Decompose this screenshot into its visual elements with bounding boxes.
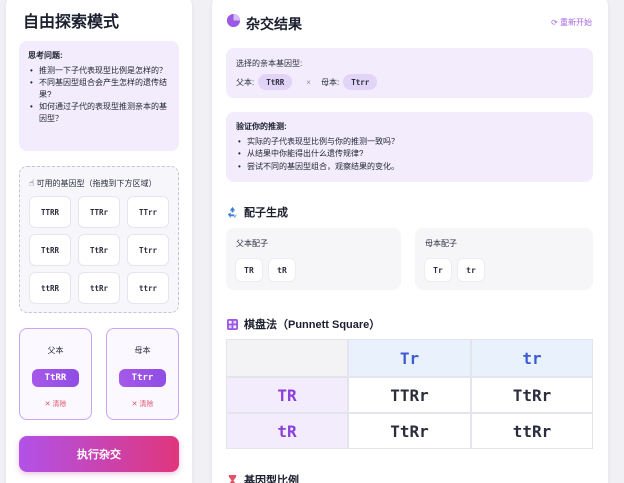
father-pill: TtRR xyxy=(258,74,293,90)
hint-item: 不同基因型组合会产生怎样的遗传结果? xyxy=(28,77,170,101)
selected-parents: 选择的亲本基因型: 父本: TtRR × 母本: Ttrr xyxy=(226,48,593,98)
punnett-heading: 棋盘法（Punnett Square） xyxy=(226,316,380,332)
mother-label: 母本: xyxy=(320,77,340,87)
recycle-icon xyxy=(226,206,239,219)
genotype-tile[interactable]: ttRR xyxy=(29,272,71,304)
mother-pill: Ttrr xyxy=(343,74,378,90)
father-gametes-label: 父本配子 xyxy=(236,239,268,248)
verify-item: 尝试不同的基因型组合，观察结果的变化。 xyxy=(236,161,583,174)
verify-item: 从结果中你能得出什么遗传规律? xyxy=(236,148,583,161)
genotype-pool-title: ☝ 可用的基因型（拖拽到下方区域） xyxy=(29,178,157,188)
genotype-tile[interactable]: ttRr xyxy=(78,272,120,304)
genotype-tile[interactable]: ttrr xyxy=(127,272,169,304)
hand-pointer-icon: ☝ xyxy=(29,178,35,188)
grid-icon xyxy=(226,318,239,331)
genotype-tile[interactable]: TTRR xyxy=(29,196,71,228)
punnett-row-header: TR xyxy=(226,377,348,413)
gametes-heading: 配子生成 xyxy=(226,204,288,220)
genotype-tile[interactable]: TtRR xyxy=(29,234,71,266)
mother-genotype[interactable]: Ttrr xyxy=(119,369,166,387)
genotype-tile[interactable]: TTRr xyxy=(78,196,120,228)
mother-gametes: 母本配子 Tr tr xyxy=(415,228,593,290)
hourglass-icon xyxy=(226,474,239,483)
hint-item: 推测一下子代表现型比例是怎样的？ xyxy=(28,65,170,77)
cross-symbol: × xyxy=(306,77,311,87)
genotype-pool: ☝ 可用的基因型（拖拽到下方区域） TTRR TTRr TTrr TtRR TtR… xyxy=(19,166,179,313)
gamete-chip: tr xyxy=(457,258,485,282)
genotype-tile[interactable]: TTrr xyxy=(127,196,169,228)
verify-box: 验证你的推测: 实际的子代表现型比例与你的推测一致吗？ 从结果中你能得出什么遗传… xyxy=(226,112,593,182)
punnett-row-header: tR xyxy=(226,413,348,449)
pie-chart-icon xyxy=(226,13,241,28)
mother-gametes-label: 母本配子 xyxy=(425,239,457,248)
page-title: 自由探索模式 xyxy=(23,14,120,31)
gamete-chip: tR xyxy=(268,258,296,282)
refresh-icon: ⟳ xyxy=(551,18,560,27)
punnett-cell: TtRr xyxy=(471,377,593,413)
punnett-cell: TtRr xyxy=(348,413,471,449)
verify-item: 实际的子代表现型比例与你的推测一致吗？ xyxy=(236,136,583,149)
results-panel: 杂交结果 ⟳ 重新开始 选择的亲本基因型: 父本: TtRR × 母本: Ttr… xyxy=(212,0,608,483)
hint-item: 如何通过子代的表现型推测亲本的基因型？ xyxy=(28,101,170,125)
father-label: 父本: xyxy=(236,77,255,87)
genotype-tile[interactable]: Ttrr xyxy=(127,234,169,266)
punnett-col-header: tr xyxy=(471,339,593,377)
hint-title: 思考问题: xyxy=(28,51,63,60)
punnett-cell: TTRr xyxy=(348,377,471,413)
father-clear-button[interactable]: ✕ 清除 xyxy=(20,399,91,409)
punnett-corner xyxy=(226,339,348,377)
reset-button[interactable]: ⟳ 重新开始 xyxy=(551,17,592,28)
father-genotype[interactable]: TtRR xyxy=(32,369,79,387)
left-panel: 自由探索模式 思考问题: 推测一下子代表现型比例是怎样的？ 不同基因型组合会产生… xyxy=(6,0,192,483)
mother-label: 母本 xyxy=(134,346,151,355)
punnett-cell: ttRr xyxy=(471,413,593,449)
results-title: 杂交结果 xyxy=(246,16,302,32)
punnett-col-header: Tr xyxy=(348,339,471,377)
verify-title: 验证你的推测: xyxy=(236,122,287,131)
father-label: 父本 xyxy=(47,346,64,355)
gamete-chip: TR xyxy=(235,258,263,282)
genotype-tile[interactable]: TtRr xyxy=(78,234,120,266)
mother-clear-button[interactable]: ✕ 清除 xyxy=(107,399,178,409)
hint-box: 思考问题: 推测一下子代表现型比例是怎样的？ 不同基因型组合会产生怎样的遗传结果… xyxy=(19,41,179,151)
father-gametes: 父本配子 TR tR xyxy=(226,228,401,290)
father-dropzone[interactable]: 父本 TtRR ✕ 清除 xyxy=(19,328,92,420)
run-cross-button[interactable]: 执行杂交 xyxy=(19,436,179,472)
selected-title: 选择的亲本基因型: xyxy=(236,59,303,68)
gamete-chip: Tr xyxy=(424,258,452,282)
ratio-heading: 基因型比例 xyxy=(226,472,299,483)
mother-dropzone[interactable]: 母本 Ttrr ✕ 清除 xyxy=(106,328,179,420)
